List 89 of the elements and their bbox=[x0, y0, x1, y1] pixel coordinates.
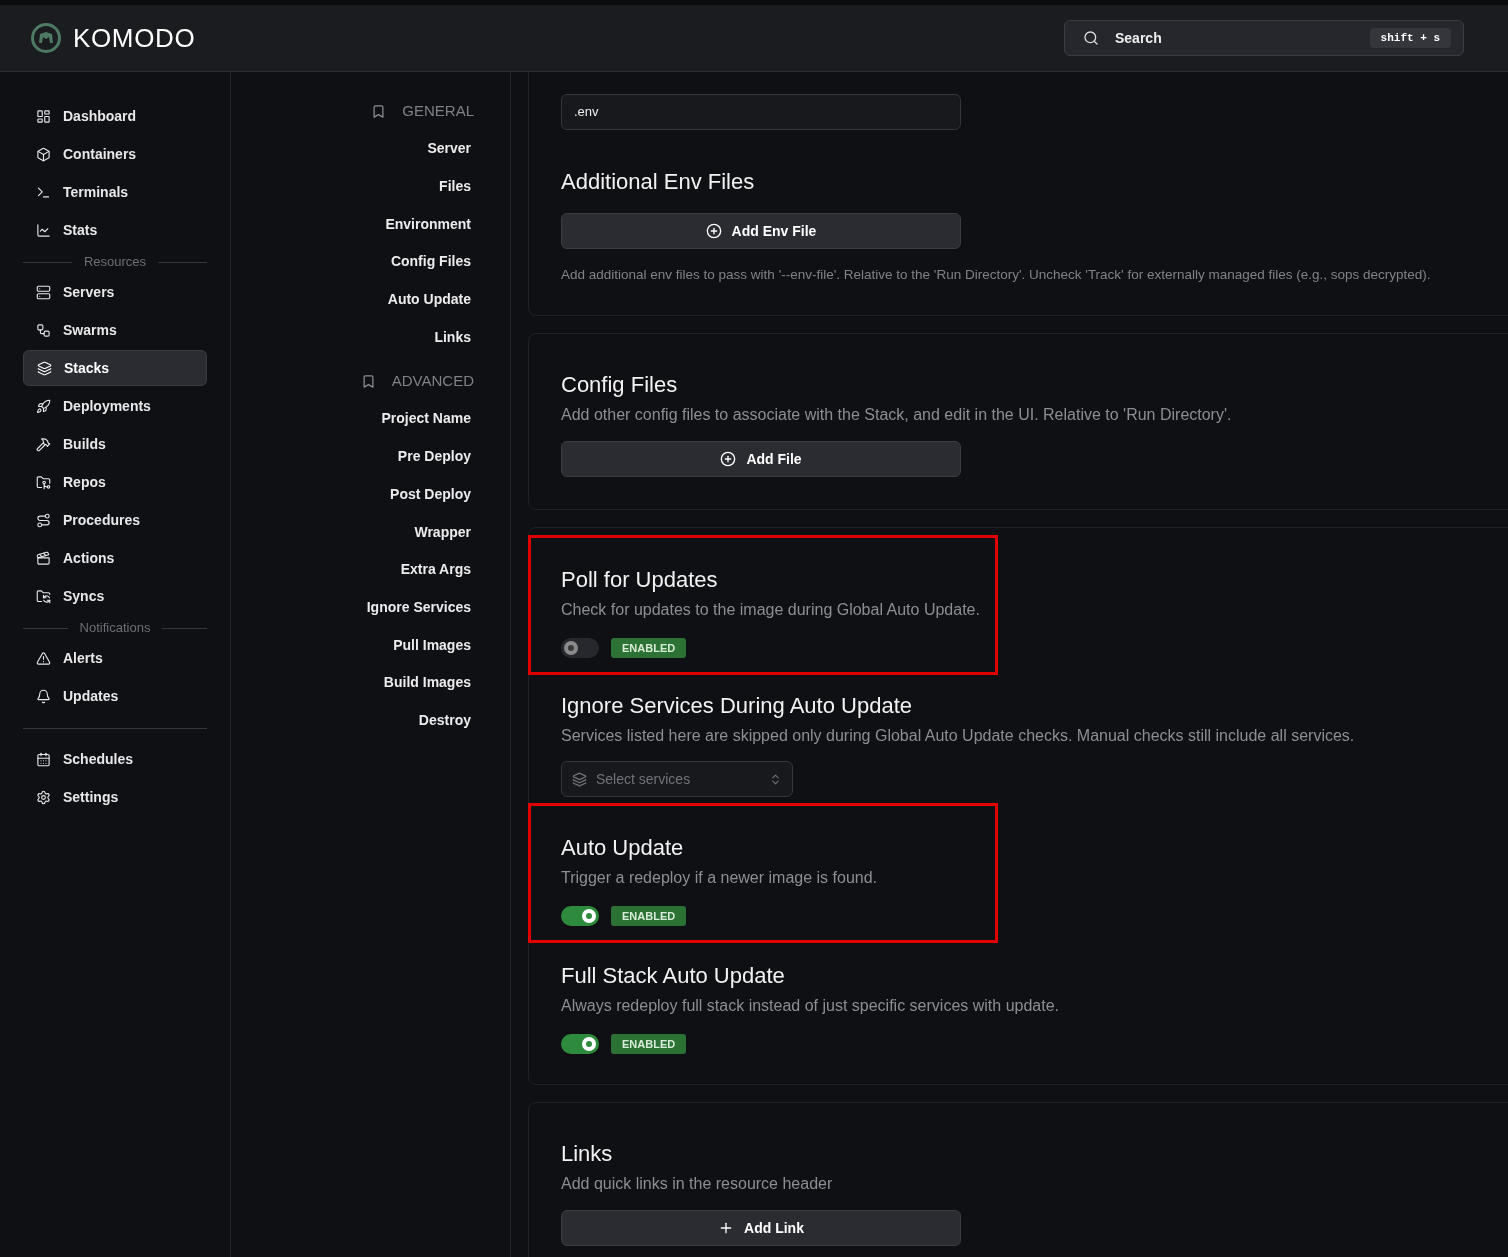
nav-item[interactable]: Stats bbox=[23, 212, 207, 248]
layers-icon bbox=[572, 771, 587, 787]
help-text: Add additional env files to pass with '--env-file'. Relative to the 'Run Directory'. Uncheck 'Track' for externally managed files (e.g., sops decrypted). bbox=[561, 266, 1432, 284]
config-nav-link[interactable]: Environment bbox=[385, 205, 471, 244]
search-field[interactable]: Search shift + s bbox=[1064, 20, 1464, 56]
nav-item[interactable]: Stacks bbox=[23, 350, 207, 386]
calendar-icon bbox=[36, 751, 51, 767]
status-badge: ENABLED bbox=[611, 1034, 687, 1055]
nav-item[interactable]: Settings bbox=[23, 779, 207, 815]
section-title: Auto Update bbox=[561, 834, 685, 863]
section-title: Full Stack Auto Update bbox=[561, 962, 786, 991]
config-nav-link[interactable]: Links bbox=[434, 318, 471, 357]
nav-item[interactable]: Syncs bbox=[23, 578, 207, 614]
server-icon bbox=[36, 284, 51, 300]
app-name: KOMODO bbox=[73, 21, 196, 55]
hammer-icon bbox=[36, 436, 51, 452]
status-badge: ENABLED bbox=[611, 906, 687, 927]
folder-sync-icon bbox=[36, 588, 51, 604]
select-field[interactable]: Select services bbox=[561, 761, 793, 798]
config-nav-link[interactable]: Files bbox=[439, 167, 471, 206]
input-field[interactable]: .env bbox=[561, 94, 961, 130]
nav-item[interactable]: Swarms bbox=[23, 312, 207, 348]
warning-icon bbox=[36, 650, 51, 666]
config-nav-link[interactable]: Wrapper bbox=[414, 513, 471, 551]
nav-item[interactable]: Schedules bbox=[23, 741, 207, 777]
nav-item[interactable]: Builds bbox=[23, 426, 207, 462]
config-nav-link[interactable]: Project Name bbox=[381, 400, 471, 438]
search-icon bbox=[1083, 30, 1099, 46]
group-heading: ADVANCED bbox=[391, 370, 474, 391]
section-title: Ignore Services During Auto Update bbox=[561, 692, 913, 721]
section-description: Trigger a redeploy if a newer image is found. bbox=[561, 868, 878, 889]
shortcut-hint: shift + s bbox=[1369, 28, 1451, 48]
clapperboard-icon bbox=[36, 550, 51, 566]
config-nav-link[interactable]: Pull Images bbox=[393, 626, 471, 664]
dashboard-icon bbox=[36, 108, 51, 124]
config-nav-link[interactable]: Extra Args bbox=[400, 550, 471, 589]
section-description: Add other config files to associate with the Stack, and edit in the UI. Relative to 'Run Directory'. bbox=[561, 405, 1233, 426]
settings-icon bbox=[36, 789, 51, 805]
nodes-icon bbox=[36, 322, 51, 338]
layers-icon bbox=[37, 360, 52, 376]
config-nav-link[interactable]: Auto Update bbox=[387, 280, 471, 319]
nav-item[interactable]: Procedures bbox=[23, 502, 207, 538]
config-nav-link[interactable]: Config Files bbox=[390, 243, 471, 281]
terminal-icon bbox=[36, 184, 51, 200]
section-description: Always redeploy full stack instead of just specific services with update. bbox=[561, 996, 1060, 1017]
section-title: Links bbox=[561, 1140, 614, 1169]
status-badge: ENABLED bbox=[611, 638, 687, 659]
bookmark-icon bbox=[360, 373, 376, 389]
section-label: Resources bbox=[83, 253, 147, 272]
line-chart-icon bbox=[36, 222, 51, 238]
plus-circle-icon bbox=[720, 451, 737, 468]
section-title: Poll for Updates bbox=[561, 566, 719, 595]
logo-icon bbox=[30, 22, 62, 54]
config-nav-link[interactable]: Destroy bbox=[418, 701, 471, 740]
toggle-switch[interactable] bbox=[561, 1034, 599, 1055]
nav-item[interactable]: Alerts bbox=[23, 640, 207, 676]
config-nav-link[interactable]: Post Deploy bbox=[390, 475, 471, 514]
config-nav-link[interactable]: Server bbox=[427, 130, 471, 168]
section-description: Services listed here are skipped only during Global Auto Update checks. Manual checks still include all services. bbox=[561, 726, 1356, 747]
bookmark-icon bbox=[371, 103, 387, 119]
nav-item[interactable]: Deployments bbox=[23, 388, 207, 424]
route-icon bbox=[36, 512, 51, 528]
add-button[interactable]: Add Env File bbox=[561, 213, 961, 249]
chevron-icon bbox=[769, 772, 782, 786]
section-title: Additional Env Files bbox=[561, 168, 756, 196]
section-label: Notifications bbox=[79, 619, 151, 638]
config-nav-link[interactable]: Pre Deploy bbox=[397, 437, 471, 476]
nav-item[interactable]: Dashboard bbox=[23, 98, 207, 134]
section-description: Add quick links in the resource header bbox=[561, 1174, 834, 1195]
rocket-icon bbox=[36, 398, 51, 414]
toggle-switch[interactable] bbox=[561, 906, 599, 927]
config-nav-link[interactable]: Ignore Services bbox=[366, 588, 471, 627]
section-title: Config Files bbox=[561, 371, 679, 400]
bell-icon bbox=[36, 688, 51, 704]
add-button[interactable]: Add File bbox=[561, 441, 961, 478]
add-button[interactable]: Add Link bbox=[561, 1210, 961, 1247]
toggle-switch[interactable] bbox=[561, 638, 599, 659]
nav-item[interactable]: Terminals bbox=[23, 174, 207, 210]
folder-icon bbox=[36, 474, 51, 490]
nav-item[interactable]: Servers bbox=[23, 274, 207, 310]
group-heading: GENERAL bbox=[402, 100, 474, 121]
nav-item[interactable]: Updates bbox=[23, 678, 207, 714]
nav-item[interactable]: Actions bbox=[23, 540, 207, 576]
nav-item[interactable]: Repos bbox=[23, 464, 207, 500]
cube-icon bbox=[36, 146, 51, 162]
section-description: Check for updates to the image during Global Auto Update. bbox=[561, 600, 981, 621]
plus-circle-icon bbox=[705, 223, 722, 239]
nav-item[interactable]: Containers bbox=[23, 136, 207, 172]
config-nav-link[interactable]: Build Images bbox=[383, 663, 471, 702]
